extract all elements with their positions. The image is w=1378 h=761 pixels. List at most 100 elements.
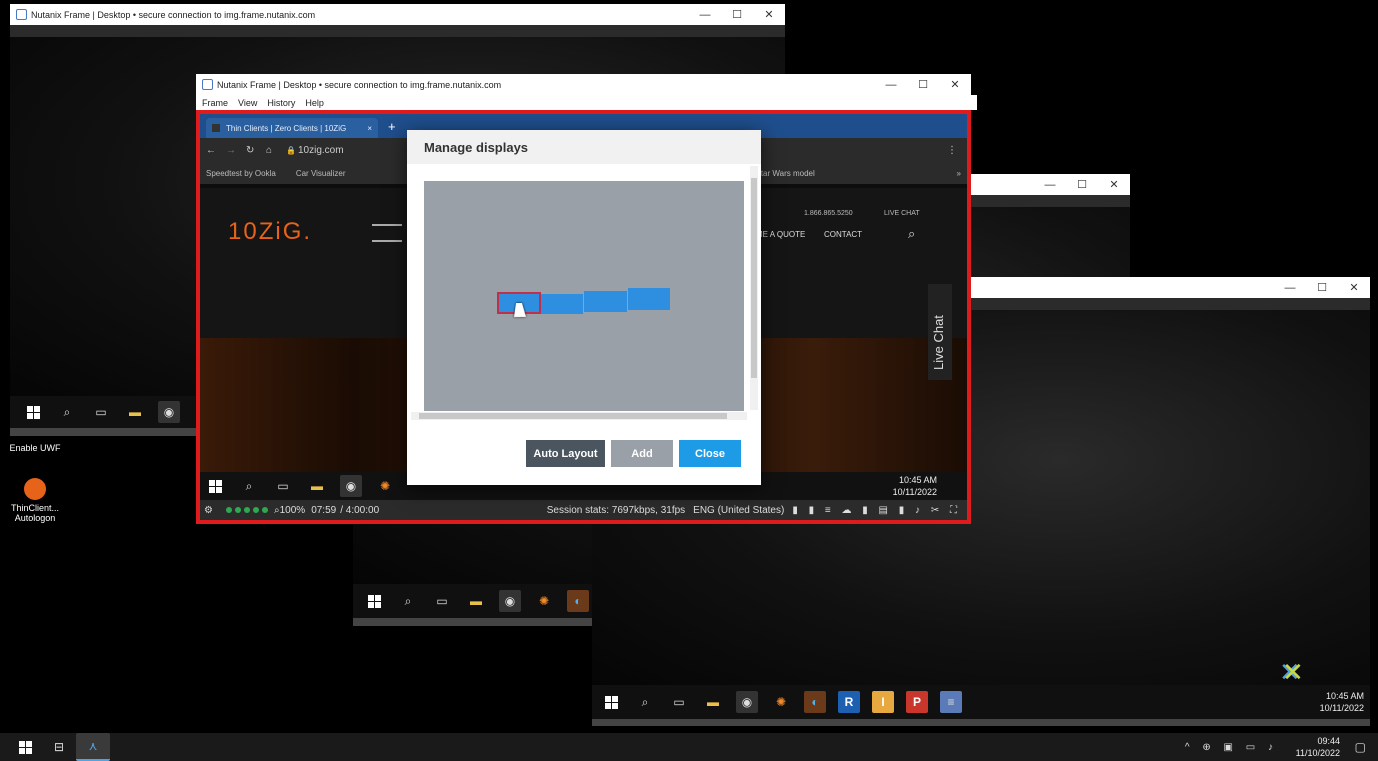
maximize-button[interactable]: ☐ — [907, 78, 939, 91]
chrome-icon[interactable]: ◉ — [158, 401, 180, 423]
file-explorer-icon[interactable]: ▬ — [465, 590, 487, 612]
edge-icon[interactable]: ◐ — [804, 691, 826, 713]
scroll-thumb[interactable] — [419, 413, 727, 419]
powerpoint-icon[interactable]: P — [906, 691, 928, 713]
maximize-button[interactable]: ☐ — [721, 8, 753, 21]
session-duration: / 4:00:00 — [340, 504, 380, 516]
maximize-button[interactable]: ☐ — [1066, 178, 1098, 191]
bookmark-item[interactable]: Star Wars model — [755, 169, 814, 178]
display-layout-canvas[interactable] — [424, 181, 744, 411]
new-tab-button[interactable]: + — [388, 119, 396, 134]
task-view-icon[interactable]: ▭ — [272, 475, 294, 497]
vertical-scrollbar[interactable] — [750, 166, 758, 410]
auto-layout-button[interactable]: Auto Layout — [526, 440, 605, 467]
search-icon[interactable]: ⌕ — [397, 590, 419, 612]
close-button[interactable]: ✕ — [1098, 178, 1130, 191]
live-chat-tab[interactable]: Live Chat — [928, 284, 952, 380]
frame-app-icon[interactable]: ⋏ — [76, 733, 110, 761]
scroll-thumb[interactable] — [751, 178, 757, 378]
inventor-icon[interactable]: I — [872, 691, 894, 713]
close-button[interactable]: ✕ — [939, 78, 971, 91]
mouse-cursor — [514, 303, 528, 317]
site-phone[interactable]: 1.866.865.5250 — [804, 210, 853, 217]
reload-icon[interactable]: ↻ — [246, 145, 266, 156]
window-title: Nutanix Frame | Desktop • secure connect… — [217, 79, 502, 90]
frame-icon — [202, 79, 213, 90]
start-button[interactable] — [14, 736, 36, 758]
site-nav-quote[interactable]: ME A QUOTE — [756, 230, 805, 239]
chrome-icon[interactable]: ◉ — [736, 691, 758, 713]
desktop-icon-thinclient-autologon[interactable]: ThinClient... Autologon — [5, 478, 65, 523]
dialog-title: Manage displays — [407, 130, 761, 164]
menu-frame[interactable]: Frame — [202, 98, 228, 108]
window-title-bar[interactable]: Nutanix Frame | Desktop • secure connect… — [10, 4, 785, 25]
bookmark-item[interactable]: Speedtest by Ookla — [206, 169, 276, 178]
blender-icon[interactable]: ✺ — [770, 691, 792, 713]
tab-close-icon[interactable]: × — [367, 124, 372, 133]
menu-history[interactable]: History — [267, 98, 295, 108]
clock-time: 10:45 AM — [1325, 691, 1364, 701]
minimize-button[interactable]: — — [1034, 179, 1066, 191]
desktop-icon-enable-uwf[interactable]: Enable UWF — [5, 432, 65, 453]
task-view-icon[interactable]: ▭ — [668, 691, 690, 713]
site-live-chat-link[interactable]: LIVE CHAT — [884, 210, 920, 217]
minimize-button[interactable]: — — [875, 79, 907, 91]
start-button[interactable] — [204, 475, 226, 497]
blender-icon[interactable]: ✺ — [533, 590, 555, 612]
menu-help[interactable]: Help — [305, 98, 324, 108]
close-button[interactable]: ✕ — [1338, 281, 1370, 294]
search-icon[interactable]: ⌕ — [908, 226, 915, 242]
task-view-icon[interactable]: ⊟ — [48, 736, 70, 758]
taskbar-clock[interactable]: 10:45 AM 10/11/2022 — [893, 474, 937, 498]
site-logo[interactable]: 10ZiG. — [228, 218, 312, 246]
forward-icon[interactable]: → — [226, 145, 246, 156]
chrome-icon[interactable]: ◉ — [340, 475, 362, 497]
notification-icon[interactable]: ▢ — [1355, 740, 1366, 754]
home-icon[interactable]: ⌂ — [266, 145, 286, 156]
site-nav-contact[interactable]: CONTACT — [824, 230, 862, 239]
zoom-level[interactable]: 100% — [280, 505, 306, 516]
hamburger-menu-icon[interactable] — [372, 224, 402, 242]
task-view-icon[interactable]: ▭ — [431, 590, 453, 612]
menu-view[interactable]: View — [238, 98, 257, 108]
search-icon[interactable]: ⌕ — [56, 401, 78, 423]
browser-menu-icon[interactable]: ⋮ — [947, 145, 957, 156]
minimize-button[interactable]: — — [1274, 282, 1306, 294]
chrome-icon[interactable]: ◉ — [499, 590, 521, 612]
back-icon[interactable]: ← — [206, 145, 226, 156]
tray-icons[interactable]: ^ ⊕ ▣ ▭ ♪ — [1185, 742, 1278, 753]
file-explorer-icon[interactable]: ▬ — [702, 691, 724, 713]
taskbar-clock[interactable]: 10:45 AM 10/11/2022 — [1320, 690, 1364, 714]
window-title-bar[interactable]: Nutanix Frame | Desktop • secure connect… — [196, 74, 971, 95]
host-clock[interactable]: 09:44 11/10/2022 — [1296, 735, 1340, 759]
search-icon[interactable]: ⌕ — [634, 691, 656, 713]
status-tray-icons[interactable]: ▮ ▮ ≡ ☁ ▮ ▤ ▮ ♪ ✂ ⛶ — [792, 505, 961, 516]
settings-gear-icon[interactable]: ⚙ — [204, 505, 226, 516]
file-explorer-icon[interactable]: ▬ — [124, 401, 146, 423]
notepad-icon[interactable]: ≡ — [940, 691, 962, 713]
display-3[interactable] — [584, 291, 627, 312]
blender-icon[interactable]: ✺ — [374, 475, 396, 497]
revit-icon[interactable]: R — [838, 691, 860, 713]
search-icon[interactable]: ⌕ — [238, 475, 260, 497]
start-button[interactable] — [600, 691, 622, 713]
bookmark-item[interactable]: Car Visualizer — [296, 169, 346, 178]
minimize-button[interactable]: — — [689, 9, 721, 21]
close-button[interactable]: ✕ — [753, 8, 785, 21]
horizontal-scrollbar[interactable] — [411, 412, 747, 420]
file-explorer-icon[interactable]: ▬ — [306, 475, 328, 497]
maximize-button[interactable]: ☐ — [1306, 281, 1338, 294]
input-language[interactable]: ENG (United States) — [693, 505, 784, 516]
url-field[interactable]: 10zig.com — [298, 145, 344, 156]
task-view-icon[interactable]: ▭ — [90, 401, 112, 423]
start-button[interactable] — [363, 590, 385, 612]
edge-icon[interactable]: ◐ — [567, 590, 589, 612]
display-2[interactable] — [541, 294, 583, 314]
close-dialog-button[interactable]: Close — [679, 440, 741, 467]
start-button[interactable] — [22, 401, 44, 423]
browser-tab[interactable]: Thin Clients | Zero Clients | 10ZiG × — [206, 118, 378, 138]
display-4[interactable] — [628, 288, 670, 310]
host-taskbar: ⊟ ⋏ ^ ⊕ ▣ ▭ ♪ 09:44 11/10/2022 ▢ — [0, 733, 1378, 761]
bookmark-more[interactable]: » — [957, 169, 961, 178]
add-display-button[interactable]: Add — [611, 440, 673, 467]
